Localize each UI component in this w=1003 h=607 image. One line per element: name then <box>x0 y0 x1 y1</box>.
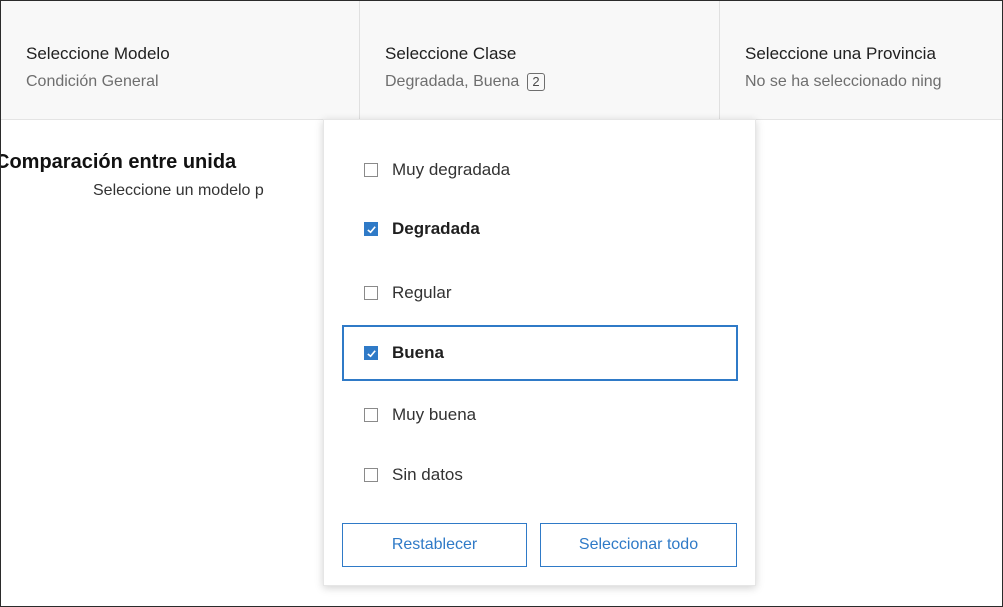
app-frame: Seleccione Modelo Condición General Sele… <box>0 0 1003 607</box>
model-selector[interactable]: Seleccione Modelo Condición General <box>1 1 360 119</box>
option-label: Regular <box>392 283 452 302</box>
checkbox-icon[interactable] <box>364 408 378 422</box>
option-degradada[interactable]: Degradada <box>342 201 738 257</box>
model-selector-title: Seleccione Modelo <box>26 44 170 63</box>
class-dropdown-panel: Muy degradada Degradada Regular Buena Mu… <box>323 119 756 586</box>
model-selector-value: Condición General <box>26 72 359 92</box>
option-muy-buena[interactable]: Muy buena <box>342 387 738 443</box>
selector-bar: Seleccione Modelo Condición General Sele… <box>1 1 1002 120</box>
option-label: Muy buena <box>392 405 477 424</box>
option-buena[interactable]: Buena <box>342 325 738 381</box>
chart-title: Comparación entre unida <box>0 151 237 173</box>
selection-count-badge: 2 <box>527 73 545 91</box>
option-muy-degradada[interactable]: Muy degradada <box>342 142 738 198</box>
option-label: Sin datos <box>392 465 463 484</box>
select-all-button[interactable]: Seleccionar todo <box>540 523 737 567</box>
checkbox-icon[interactable] <box>364 286 378 300</box>
option-label: Degradada <box>392 219 480 238</box>
option-label: Buena <box>392 343 444 362</box>
checkbox-icon[interactable] <box>364 468 378 482</box>
province-selector-value: No se ha seleccionado ning <box>745 72 1002 92</box>
class-selector-value-text: Degradada, Buena <box>385 73 520 90</box>
province-selector-value-text: No se ha seleccionado ning <box>745 73 942 90</box>
checkbox-icon[interactable] <box>364 163 378 177</box>
province-selector-title: Seleccione una Provincia <box>745 44 936 63</box>
class-selector[interactable]: Seleccione Clase Degradada, Buena 2 <box>360 1 720 119</box>
option-label: Muy degradada <box>392 160 511 179</box>
class-selector-title: Seleccione Clase <box>385 44 517 63</box>
reset-button[interactable]: Restablecer <box>342 523 527 567</box>
checkbox-checked-icon[interactable] <box>364 346 378 360</box>
checkbox-checked-icon[interactable] <box>364 222 378 236</box>
option-regular[interactable]: Regular <box>342 265 738 321</box>
class-selector-value: Degradada, Buena 2 <box>385 72 719 92</box>
chart-subtitle: Seleccione un modelo p <box>93 182 264 199</box>
option-sin-datos[interactable]: Sin datos <box>342 447 738 503</box>
model-selector-value-text: Condición General <box>26 73 159 90</box>
province-selector[interactable]: Seleccione una Provincia No se ha selecc… <box>720 1 1002 119</box>
